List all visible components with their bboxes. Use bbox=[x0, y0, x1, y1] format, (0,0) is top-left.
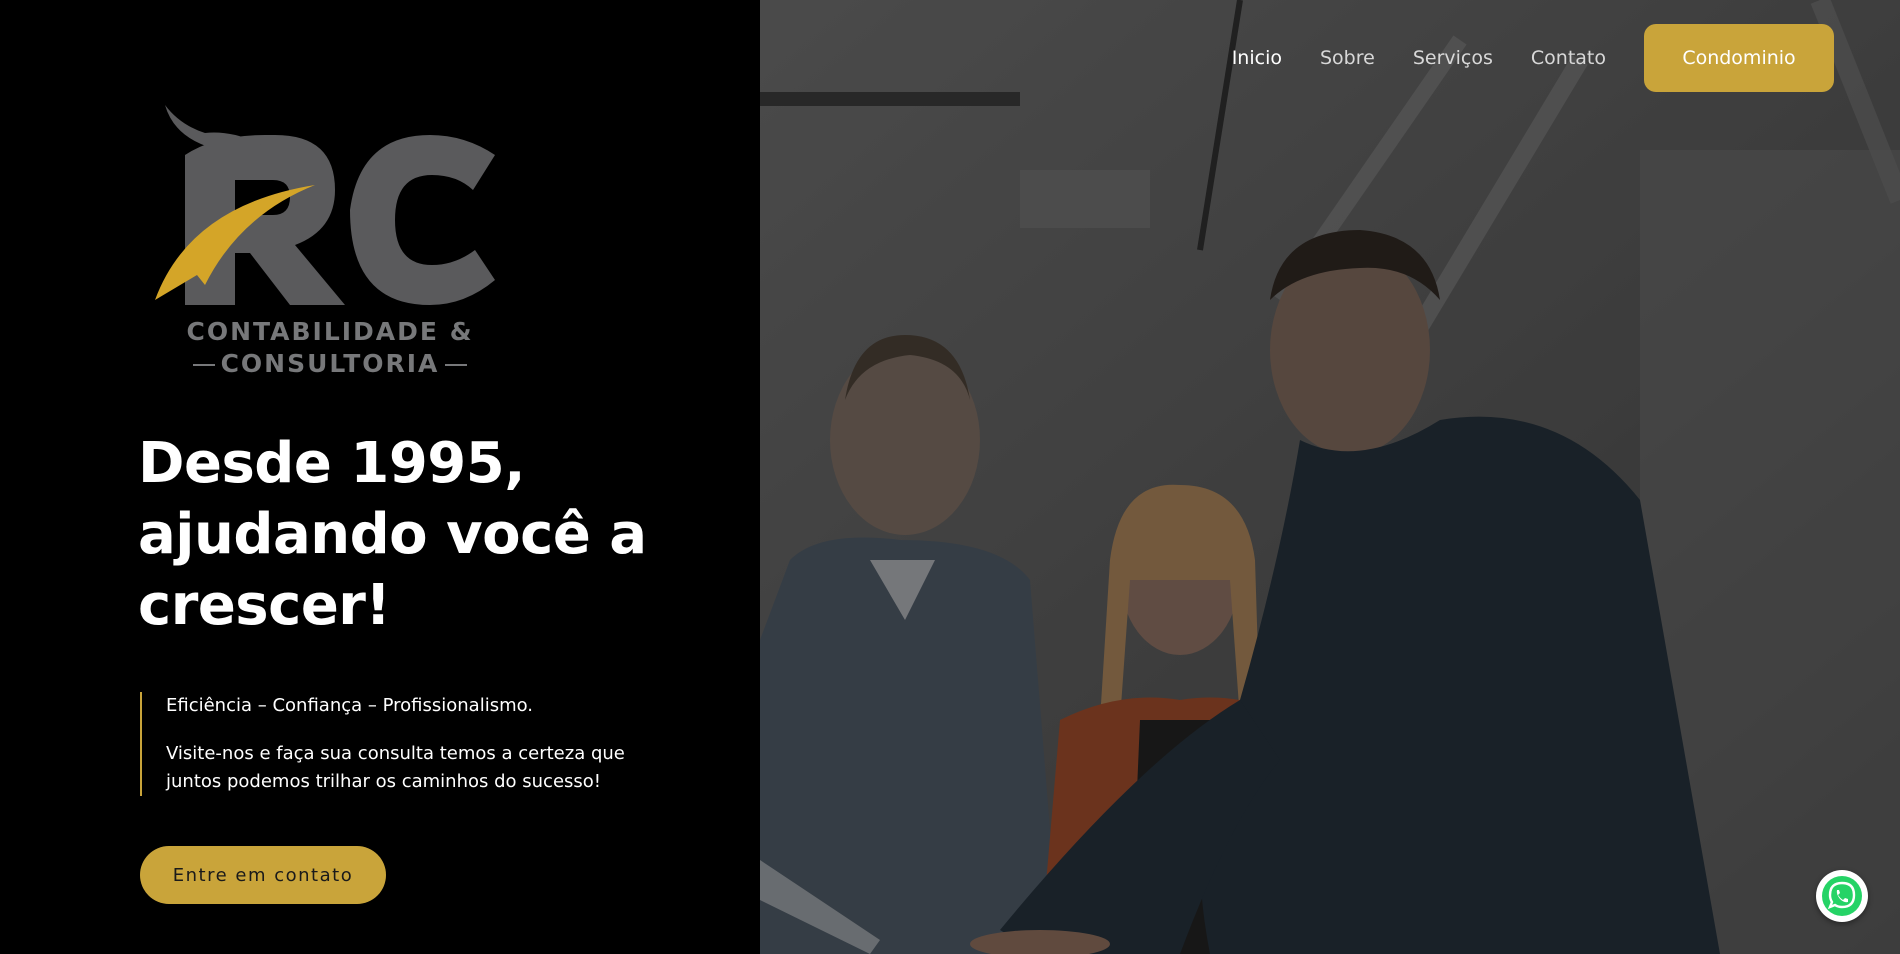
headline-line1: Desde 1995, bbox=[138, 431, 526, 496]
headline-line2: ajudando você a bbox=[138, 502, 647, 567]
nav-item-sobre[interactable]: Sobre bbox=[1320, 47, 1375, 69]
nav-item-servicos[interactable]: Serviços bbox=[1413, 47, 1493, 69]
nav-item-contato[interactable]: Contato bbox=[1531, 47, 1606, 69]
headline-line3: crescer! bbox=[138, 573, 391, 638]
logo-text-line2: CONSULTORIA bbox=[145, 349, 515, 378]
main-nav: Inicio Sobre Serviços Contato Condominio bbox=[1232, 24, 1834, 92]
whatsapp-button[interactable] bbox=[1816, 870, 1868, 922]
hero-description-line1: Visite-nos e faça sua consulta temos a c… bbox=[166, 743, 625, 764]
hero-tagline: Eficiência – Confiança – Profissionalism… bbox=[166, 695, 534, 716]
nav-condominio-button[interactable]: Condominio bbox=[1644, 24, 1834, 92]
hero-team-photo bbox=[760, 0, 1900, 954]
team-photo-illustration bbox=[760, 0, 1900, 954]
rc-logo[interactable]: CONTABILIDADE & CONSULTORIA bbox=[145, 95, 515, 385]
hero-headline: Desde 1995, ajudando você a crescer! bbox=[138, 428, 658, 641]
whatsapp-icon bbox=[1822, 876, 1862, 916]
logo-text-line1: CONTABILIDADE & bbox=[186, 317, 474, 346]
contact-cta-button[interactable]: Entre em contato bbox=[140, 846, 386, 904]
nav-item-inicio[interactable]: Inicio bbox=[1232, 47, 1282, 69]
hero-description-line2: juntos podemos trilhar os caminhos do su… bbox=[166, 771, 601, 792]
hero-quote: Eficiência – Confiança – Profissionalism… bbox=[140, 692, 640, 796]
logo-text-consultoria: CONSULTORIA bbox=[220, 349, 440, 378]
left-panel: CONTABILIDADE & CONSULTORIA Desde 1995, … bbox=[0, 0, 760, 954]
